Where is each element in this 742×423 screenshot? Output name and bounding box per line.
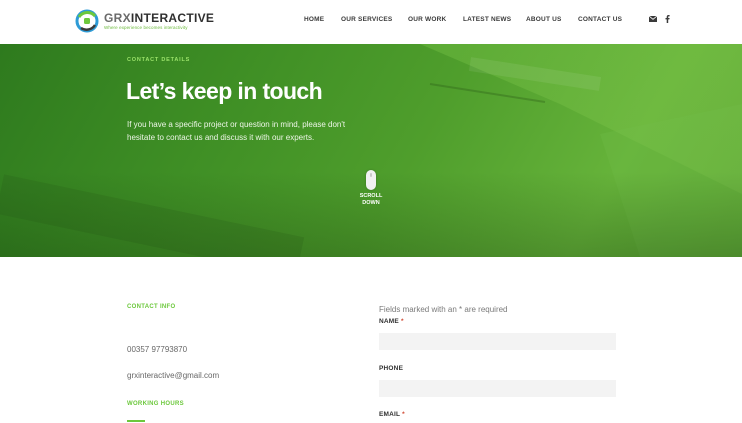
contact-info-heading: CONTACT INFO <box>127 304 176 310</box>
name-label: NAME * <box>379 318 404 325</box>
nav-item-about-us[interactable]: ABOUT US <box>526 16 562 23</box>
name-field[interactable] <box>379 333 616 350</box>
required-note: Fields marked with an * are required <box>379 305 508 314</box>
nav-item-contact-us[interactable]: CONTACT US <box>578 16 622 23</box>
contact-phone[interactable]: 00357 97793870 <box>127 345 187 354</box>
facebook-icon[interactable] <box>663 14 672 23</box>
hero-banner: CONTACT DETAILS Let’s keep in touch If y… <box>0 44 742 257</box>
email-label: EMAIL * <box>379 411 405 418</box>
nav-item-our-services[interactable]: OUR SERVICES <box>341 16 392 23</box>
phone-field[interactable] <box>379 380 616 397</box>
logo[interactable]: GRXINTERACTIVE Where experience becomes … <box>75 8 214 34</box>
nav-item-latest-news[interactable]: LATEST NEWS <box>463 16 511 23</box>
logo-tagline: Where experience becomes interactivity <box>104 24 188 30</box>
required-asterisk: * <box>400 411 405 418</box>
scroll-label-line1: SCROLL <box>359 193 383 199</box>
scroll-label-line2: DOWN <box>362 200 380 206</box>
site-header: GRXINTERACTIVE Where experience becomes … <box>0 0 742 44</box>
nav-item-home[interactable]: HOME <box>304 16 324 23</box>
hero-kicker: CONTACT DETAILS <box>127 57 191 63</box>
page-title: Let’s keep in touch <box>126 78 323 104</box>
contact-email[interactable]: grxinteractive@gmail.com <box>127 371 219 380</box>
required-asterisk: * <box>398 318 404 325</box>
nav-item-our-work[interactable]: OUR WORK <box>408 16 446 23</box>
mouse-icon <box>366 170 376 190</box>
hero-description: If you have a specific project or questi… <box>127 120 346 142</box>
phone-label: PHONE <box>379 365 404 372</box>
logo-name-part1: GRX <box>104 10 131 25</box>
divider <box>127 420 145 422</box>
logo-icon <box>75 8 99 34</box>
social-icons <box>648 14 672 23</box>
scroll-down-button[interactable]: SCROLL DOWN <box>355 170 387 207</box>
envelope-icon[interactable] <box>648 14 657 23</box>
logo-name-part2: INTERACTIVE <box>130 10 215 25</box>
working-hours-heading: WORKING HOURS <box>127 401 184 407</box>
